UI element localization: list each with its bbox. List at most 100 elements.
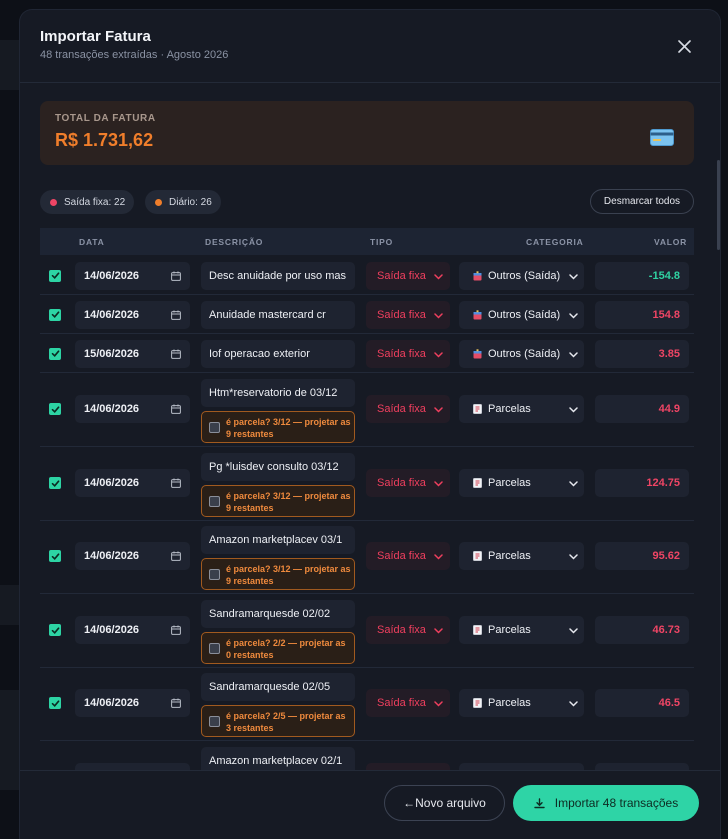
- type-select[interactable]: Saída fixa: [366, 542, 450, 570]
- installment-checkbox[interactable]: [209, 643, 220, 654]
- table-header: DATA DESCRIÇÃO TIPO CATEGORIA VALOR: [40, 228, 694, 255]
- package-icon: [473, 348, 482, 358]
- date-input[interactable]: 14/06/2026: [75, 300, 190, 329]
- check-icon: [51, 311, 59, 318]
- row-select-checkbox[interactable]: [49, 550, 61, 562]
- date-input[interactable]: 14/06/2026: [75, 763, 190, 770]
- value-input[interactable]: 46.73: [595, 616, 689, 644]
- row-select-checkbox[interactable]: [49, 347, 61, 360]
- category-select[interactable]: Parcelas: [459, 763, 584, 770]
- date-input[interactable]: 14/06/2026: [75, 469, 190, 497]
- installment-toggle[interactable]: é parcela? 2/5 — projetar as 3 restantes: [201, 705, 355, 737]
- installment-checkbox[interactable]: [209, 569, 220, 580]
- modal-body[interactable]: TOTAL DA FATURA R$ 1.731,62 Saída fixa: …: [20, 84, 720, 770]
- type-value: Saída fixa: [377, 550, 426, 562]
- description-input[interactable]: Amazon marketplacev 02/1: [201, 747, 355, 770]
- import-invoice-modal: Importar Fatura 48 transações extraídas …: [20, 10, 720, 839]
- calendar-icon: [171, 478, 181, 488]
- value-input[interactable]: 44.9: [595, 395, 689, 423]
- scrollbar-thumb[interactable]: [717, 160, 720, 250]
- modal-footer: ←Novo arquivo Importar 48 transações: [20, 770, 720, 839]
- description-input[interactable]: Htm*reservatorio de 03/12: [201, 379, 355, 407]
- chevron-down-icon: [434, 407, 443, 413]
- installment-toggle[interactable]: é parcela? 3/12 — projetar as 9 restante…: [201, 558, 355, 590]
- type-select[interactable]: Saída fixa: [366, 339, 450, 368]
- type-select[interactable]: Saída fixa: [366, 469, 450, 497]
- row-select-checkbox[interactable]: [49, 697, 61, 709]
- category-select[interactable]: Parcelas: [459, 616, 584, 644]
- receipt-icon: [473, 478, 482, 488]
- type-select[interactable]: Saída fixa: [366, 261, 450, 290]
- check-icon: [51, 405, 59, 413]
- import-transactions-button[interactable]: Importar 48 transações: [513, 785, 699, 821]
- value-input[interactable]: -154.8: [595, 261, 689, 290]
- category-select[interactable]: Parcelas: [459, 395, 584, 423]
- chevron-down-icon: [569, 628, 578, 634]
- category-select[interactable]: Parcelas: [459, 542, 584, 570]
- date-input[interactable]: 14/06/2026: [75, 395, 190, 423]
- description-input[interactable]: Sandramarquesde 02/05: [201, 673, 355, 701]
- description-input[interactable]: Desc anuidade por uso mas: [201, 261, 355, 290]
- installment-checkbox[interactable]: [209, 716, 220, 727]
- diario-dot: [155, 198, 162, 206]
- receipt-icon: [473, 551, 482, 561]
- row-select-checkbox[interactable]: [49, 477, 61, 489]
- chevron-down-icon: [434, 628, 443, 634]
- description-input[interactable]: Iof operacao exterior: [201, 339, 355, 368]
- date-input[interactable]: 14/06/2026: [75, 542, 190, 570]
- table-row: 14/06/2026 Desc anuidade por uso mas Saída…: [40, 256, 694, 295]
- installment-label: é parcela? 3/12 — projetar as 9 restante…: [226, 564, 351, 586]
- table-row: 14/06/2026 Pg *luisdev consulto 03/12 é pa…: [40, 447, 694, 521]
- chip-label: Diário: 26: [169, 196, 212, 208]
- row-select-checkbox[interactable]: [49, 308, 61, 321]
- category-select[interactable]: Outros (Saída): [459, 339, 584, 368]
- description-input[interactable]: Anuidade mastercard cr: [201, 300, 355, 329]
- chevron-down-icon: [434, 554, 443, 560]
- date-input[interactable]: 14/06/2026: [75, 689, 190, 717]
- invoice-total-card: TOTAL DA FATURA R$ 1.731,62: [40, 101, 694, 165]
- category-select[interactable]: Outros (Saída): [459, 261, 584, 290]
- calendar-icon: [171, 349, 181, 359]
- type-value: Saída fixa: [377, 403, 426, 415]
- backdrop-panel: [0, 585, 20, 625]
- calendar-icon: [171, 625, 181, 635]
- row-select-checkbox[interactable]: [49, 624, 61, 636]
- value-input[interactable]: 3.85: [595, 339, 689, 368]
- value-input[interactable]: 154.8: [595, 300, 689, 329]
- close-button[interactable]: [670, 34, 698, 58]
- date-input[interactable]: 14/06/2026: [75, 616, 190, 644]
- check-icon: [51, 626, 59, 634]
- installment-checkbox[interactable]: [209, 496, 220, 507]
- installment-checkbox[interactable]: [209, 422, 220, 433]
- calendar-icon: [171, 310, 181, 320]
- type-select[interactable]: Saída fixa: [366, 689, 450, 717]
- category-select[interactable]: Parcelas: [459, 469, 584, 497]
- new-file-button[interactable]: ←Novo arquivo: [384, 785, 505, 821]
- description-input[interactable]: Amazon marketplacev 03/1: [201, 526, 355, 554]
- description-input[interactable]: Sandramarquesde 02/02: [201, 600, 355, 628]
- description-input[interactable]: Pg *luisdev consulto 03/12: [201, 453, 355, 481]
- type-select[interactable]: Saída fixa: [366, 300, 450, 329]
- category-select[interactable]: Outros (Saída): [459, 300, 584, 329]
- value-input[interactable]: 73.33: [595, 763, 689, 770]
- date-input[interactable]: 15/06/2026: [75, 339, 190, 368]
- chevron-down-icon: [569, 407, 578, 413]
- row-select-checkbox[interactable]: [49, 269, 61, 282]
- value-input[interactable]: 124.75: [595, 469, 689, 497]
- type-select[interactable]: Saída fixa: [366, 395, 450, 423]
- type-select[interactable]: Saída fixa: [366, 616, 450, 644]
- import-button-label: Importar 48 transações: [554, 796, 679, 810]
- installment-toggle[interactable]: é parcela? 3/12 — projetar as 9 restante…: [201, 485, 355, 517]
- modal-header: Importar Fatura 48 transações extraídas …: [20, 10, 720, 83]
- type-select[interactable]: Saída fixa: [366, 763, 450, 770]
- unmark-all-button[interactable]: Desmarcar todos: [590, 189, 694, 214]
- installment-label: é parcela? 2/5 — projetar as 3 restantes: [226, 711, 346, 733]
- row-select-checkbox[interactable]: [49, 403, 61, 415]
- installment-toggle[interactable]: é parcela? 2/2 — projetar as 0 restantes: [201, 632, 355, 664]
- value-input[interactable]: 95.62: [595, 542, 689, 570]
- type-value: Saída fixa: [377, 624, 426, 636]
- value-input[interactable]: 46.5: [595, 689, 689, 717]
- category-select[interactable]: Parcelas: [459, 689, 584, 717]
- date-input[interactable]: 14/06/2026: [75, 261, 190, 290]
- installment-toggle[interactable]: é parcela? 3/12 — projetar as 9 restante…: [201, 411, 355, 443]
